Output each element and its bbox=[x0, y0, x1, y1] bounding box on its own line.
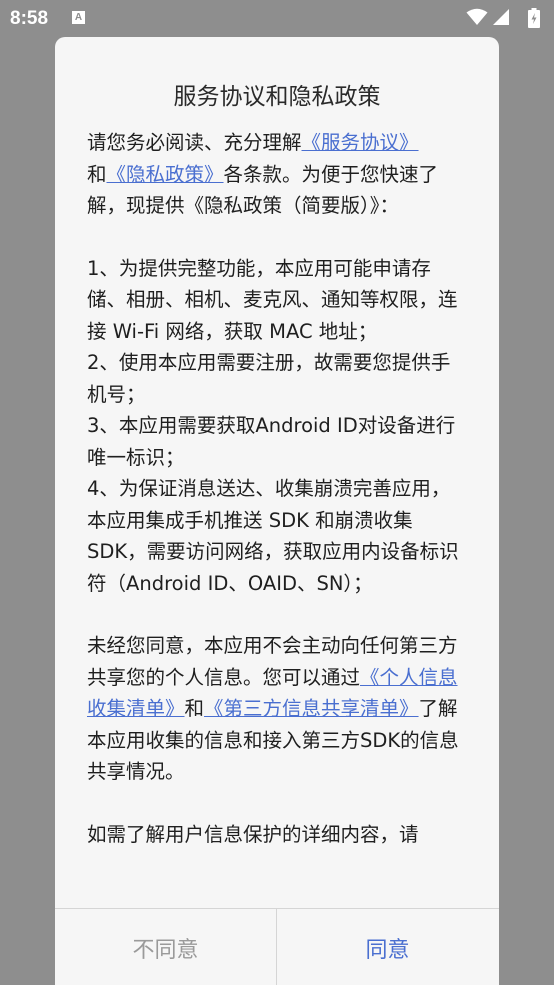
battery-icon bbox=[528, 8, 540, 28]
dialog-buttons: 不同意 同意 bbox=[55, 908, 499, 985]
wifi-icon bbox=[466, 8, 488, 25]
summary-item-3: 3、本应用需要获取Android ID对设备进行唯一标识； bbox=[87, 414, 456, 469]
intro-and-text: 和 bbox=[87, 162, 107, 186]
status-time: 8:58 bbox=[10, 8, 49, 29]
agree-button[interactable]: 同意 bbox=[277, 909, 498, 985]
dialog-title: 服务协议和隐私政策 bbox=[173, 84, 381, 110]
privacy-policy-link[interactable]: 《隐私政策》 bbox=[107, 163, 224, 186]
third-party-sharing-list-link[interactable]: 《第三方信息共享清单》 bbox=[204, 697, 419, 720]
summary-item-1: 1、为提供完整功能，本应用可能申请存储、相册、相机、麦克风、通知等权限，连接 W… bbox=[87, 256, 458, 343]
notification-icon: A bbox=[72, 11, 85, 24]
cellular-signal-icon bbox=[493, 9, 509, 25]
disagree-button[interactable]: 不同意 bbox=[55, 909, 276, 985]
dialog-content[interactable]: 请您务必阅读、充分理解《服务协议》 和《隐私政策》各条款。为便于您快速了解，现提供… bbox=[87, 127, 459, 907]
intro-paragraph: 请您务必阅读、充分理解《服务协议》 和《隐私政策》各条款。为便于您快速了解，现提供… bbox=[87, 127, 459, 222]
privacy-dialog: 服务协议和隐私政策 请您务必阅读、充分理解《服务协议》 和《隐私政策》各条款。为便… bbox=[55, 37, 499, 985]
sharing-paragraph: 未经您同意，本应用不会主动向任何第三方共享您的个人信息。您可以通过《个人信息收集… bbox=[87, 630, 459, 788]
intro-text: 请您务必阅读、充分理解 bbox=[87, 131, 302, 154]
more-info-paragraph: 如需了解用户信息保护的详细内容，请 bbox=[87, 822, 419, 846]
status-bar: 8:58 A bbox=[0, 0, 554, 38]
sharing-and-text: 和 bbox=[184, 697, 205, 720]
summary-item-2: 2、使用本应用需要注册，故需要您提供手机号； bbox=[87, 351, 451, 406]
summary-item-4: 4、为保证消息送达、收集崩溃完善应用，本应用集成手机推送 SDK 和崩溃收集 S… bbox=[87, 477, 459, 595]
service-agreement-link[interactable]: 《服务协议》 bbox=[302, 131, 419, 154]
